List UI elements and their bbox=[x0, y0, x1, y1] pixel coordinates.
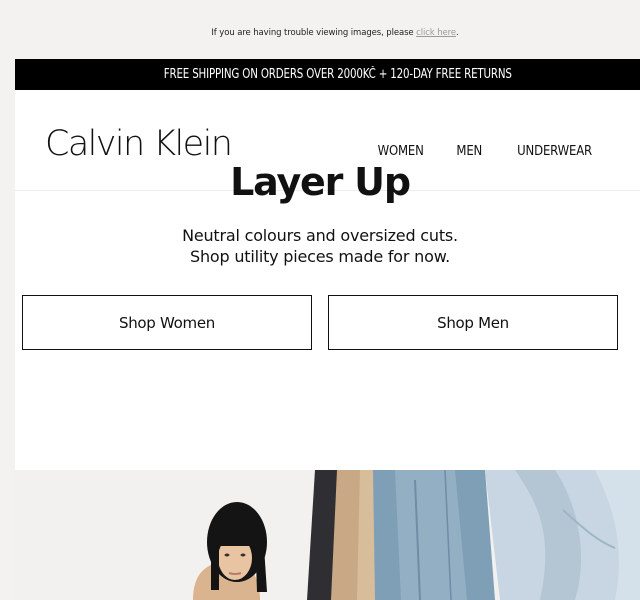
main-nav: WOMEN MEN UNDERWEAR bbox=[346, 144, 596, 159]
preheader: If you are having trouble viewing images… bbox=[0, 0, 640, 59]
hero-image[interactable] bbox=[15, 470, 640, 600]
preheader-message: If you are having trouble viewing images… bbox=[211, 28, 417, 38]
hero-photo-illustration bbox=[15, 470, 640, 600]
hero-subtitle-line-2: Shop utility pieces made for now. bbox=[189, 247, 450, 266]
shop-women-button[interactable]: Shop Women bbox=[22, 295, 312, 350]
calvin-klein-logo[interactable]: Calvin Klein bbox=[45, 124, 233, 164]
click-here-link[interactable]: click here bbox=[416, 28, 456, 38]
promo-bar[interactable]: FREE SHIPPING ON ORDERS OVER 2000KČ + 12… bbox=[15, 59, 640, 90]
promo-text: FREE SHIPPING ON ORDERS OVER 2000KČ + 12… bbox=[163, 67, 512, 82]
nav-item-men[interactable]: MEN bbox=[457, 144, 483, 159]
preheader-suffix: . bbox=[456, 28, 459, 38]
shop-men-button[interactable]: Shop Men bbox=[328, 295, 618, 350]
nav-item-women[interactable]: WOMEN bbox=[378, 144, 424, 159]
hero-subtitle-line-1: Neutral colours and oversized cuts. bbox=[182, 226, 458, 245]
preheader-text: If you are having trouble viewing images… bbox=[0, 28, 640, 38]
hero-title: Layer Up bbox=[230, 160, 411, 204]
nav-item-underwear[interactable]: UNDERWEAR bbox=[517, 144, 592, 159]
